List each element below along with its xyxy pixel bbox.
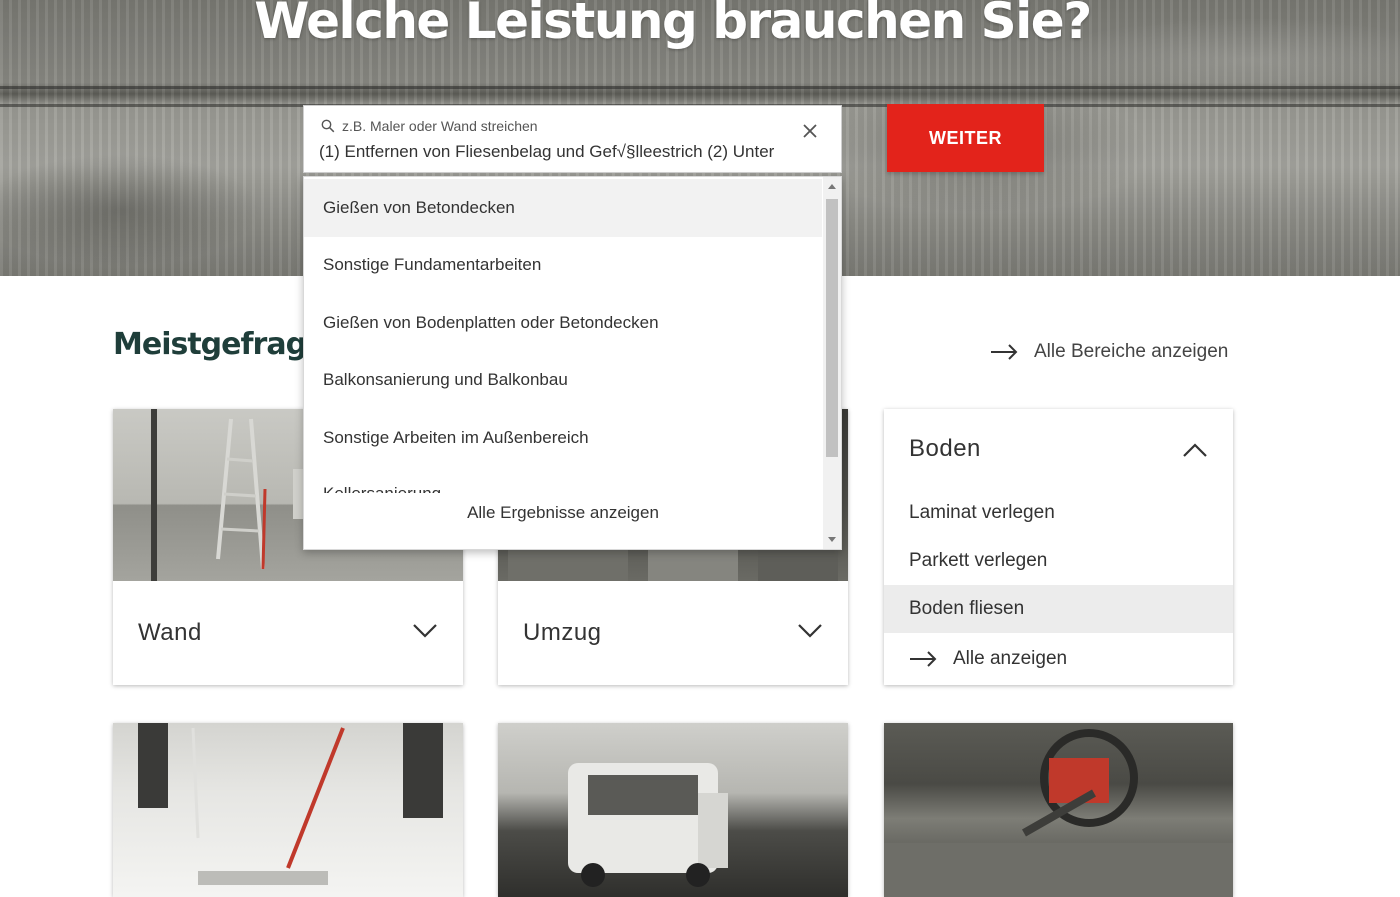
weiter-button[interactable]: WEITER (887, 104, 1044, 172)
category-card-transport[interactable] (498, 723, 848, 897)
category-card-boden: Boden Laminat verlegen Parkett verlegen … (884, 409, 1233, 685)
garden-image (884, 723, 1233, 897)
all-areas-label: Alle Bereiche anzeigen (1034, 341, 1229, 362)
search-icon (321, 119, 335, 133)
suggestion-item[interactable]: Gießen von Bodenplatten oder Betondecken (304, 294, 822, 352)
all-areas-link[interactable]: Alle Bereiche anzeigen (990, 338, 1228, 366)
category-label: Boden (909, 435, 981, 462)
category-card-reinigung[interactable] (113, 723, 463, 897)
chevron-down-icon (798, 624, 822, 638)
search-placeholder: z.B. Maler oder Wand streichen (342, 118, 538, 134)
category-toggle-boden[interactable]: Boden (884, 409, 1233, 489)
suggestion-item[interactable]: Sonstige Fundamentarbeiten (304, 236, 822, 294)
chevron-up-icon (1183, 443, 1207, 457)
search-input[interactable]: (1) Entfernen von Fliesenbelag und Gef√§… (319, 142, 791, 162)
page: Welche Leistung brauchen Sie? z.B. Maler… (0, 0, 1400, 897)
van-image (498, 723, 848, 897)
mop-illustration (138, 723, 443, 885)
category-label: Umzug (523, 619, 602, 646)
search-suggestions-dropdown: Gießen von Betondecken Sonstige Fundamen… (303, 176, 842, 550)
scrollbar-thumb[interactable] (826, 199, 838, 457)
search-field[interactable]: z.B. Maler oder Wand streichen (1) Entfe… (303, 105, 842, 173)
category-toggle-umzug[interactable]: Umzug (498, 581, 848, 685)
boden-service-link[interactable]: Boden fliesen (884, 585, 1233, 633)
van-illustration (568, 763, 728, 887)
scroll-up-arrow-icon[interactable] (828, 184, 836, 189)
chevron-down-icon (413, 624, 437, 638)
close-icon[interactable] (801, 122, 819, 140)
boden-show-all-label: Alle anzeigen (953, 648, 1068, 669)
hero-title: Welche Leistung brauchen Sie? (254, 0, 1092, 50)
show-all-results-link[interactable]: Alle Ergebnisse anzeigen (304, 493, 822, 533)
arrow-right-icon (991, 344, 1018, 360)
cleaning-image (113, 723, 463, 897)
boden-show-all-link[interactable]: Alle anzeigen (884, 635, 1233, 683)
hero-wood-plank (0, 86, 1400, 89)
suggestion-item[interactable]: Balkonsanierung und Balkonbau (304, 351, 822, 409)
scroll-down-arrow-icon[interactable] (828, 537, 836, 542)
category-card-garten[interactable] (884, 723, 1233, 897)
category-label: Wand (138, 619, 202, 646)
boden-service-link[interactable]: Laminat verlegen (884, 489, 1233, 537)
category-toggle-wand[interactable]: Wand (113, 581, 463, 685)
arrow-right-icon (910, 651, 937, 667)
hedge-trimmer-illustration (884, 729, 1233, 897)
suggestion-item[interactable]: Sonstige Arbeiten im Außenbereich (304, 409, 822, 467)
dropdown-scrollbar[interactable] (823, 177, 841, 549)
boden-service-link[interactable]: Parkett verlegen (884, 537, 1233, 585)
suggestion-item[interactable]: Gießen von Betondecken (304, 179, 822, 237)
